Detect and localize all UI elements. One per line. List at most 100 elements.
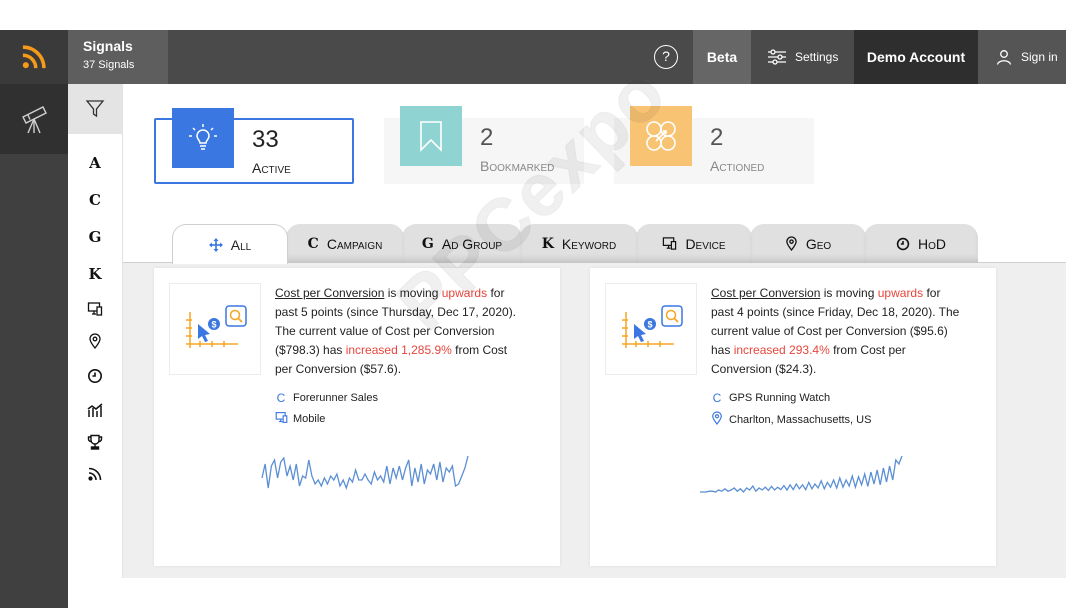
device-meta-icon — [275, 411, 288, 427]
tab-keyword[interactable]: K Keyword — [520, 224, 638, 263]
change-text: increased 1,285.9% — [345, 343, 452, 357]
svg-text:$: $ — [647, 320, 652, 330]
tab-campaign[interactable]: C Campaign — [286, 224, 404, 263]
filter-device[interactable] — [68, 298, 122, 320]
geo-meta-icon — [711, 411, 723, 428]
filter-top[interactable] — [68, 431, 122, 453]
location-pin-icon — [89, 333, 101, 349]
change-text: increased 293.4% — [733, 343, 830, 357]
signal-description: Cost per Conversion is moving upwards fo… — [275, 284, 525, 379]
filter-campaign[interactable]: C — [68, 189, 122, 211]
help-button[interactable]: ? — [654, 45, 678, 69]
metric-link[interactable]: Cost per Conversion — [711, 286, 820, 300]
active-count: 33 — [252, 126, 279, 153]
left-sidebar — [0, 84, 68, 608]
demo-account-button[interactable]: Demo Account — [854, 30, 978, 84]
filter-keyword[interactable]: K — [68, 263, 122, 285]
actioned-count: 2 — [710, 124, 724, 151]
stat-card-active[interactable]: 33 Active — [154, 108, 354, 184]
filter-feed[interactable] — [68, 463, 122, 485]
signal-thumbnail: $ — [169, 283, 261, 375]
sliders-icon — [768, 49, 786, 65]
desc-text-1: is moving — [820, 286, 878, 300]
explore-nav-item[interactable] — [0, 84, 68, 154]
tab-ad-group-label: Ad Group — [441, 235, 503, 252]
app-title: Signals — [83, 38, 133, 54]
clock-icon — [896, 237, 910, 250]
sparkline-path — [261, 455, 469, 490]
signal-thumbnail: $ — [605, 283, 697, 375]
tab-device[interactable]: Device — [636, 224, 752, 263]
tab-ad-group[interactable]: G Ad Group — [402, 224, 522, 263]
device-icon — [663, 237, 677, 250]
signal-card[interactable]: $ Cost per Conversion is moving upwards … — [590, 268, 996, 566]
tab-keyword-key: K — [541, 235, 554, 252]
filter-hod[interactable] — [68, 365, 122, 387]
campaign-icon: C — [276, 391, 286, 405]
tab-hod-label: HoD — [918, 235, 946, 252]
signal-card[interactable]: $ Cost per Conversion is moving upwards … — [154, 268, 560, 566]
tab-hod[interactable]: HoD — [864, 224, 978, 263]
filter-button[interactable] — [68, 84, 122, 134]
cost-trend-icon: $ — [186, 305, 247, 348]
sign-in-button[interactable]: Sign in — [978, 30, 1066, 84]
cost-trend-icon: $ — [622, 305, 683, 348]
bookmarked-label: Bookmarked — [480, 158, 555, 174]
active-label: Active — [252, 160, 291, 176]
filter-campaign-label: C — [89, 191, 101, 209]
bookmarked-count: 2 — [480, 124, 494, 151]
filter-all-label: A — [89, 154, 101, 172]
location-pin-icon — [712, 411, 722, 425]
user-icon — [996, 50, 1012, 65]
device-icon — [275, 412, 288, 423]
stat-icon-box-active — [172, 108, 234, 168]
filter-keyword-label: K — [88, 265, 102, 283]
tab-keyword-label: Keyword — [561, 235, 617, 252]
tab-all-label: All — [230, 236, 252, 253]
signal-description: Cost per Conversion is moving upwards fo… — [711, 284, 961, 379]
tab-ad-group-key: G — [421, 235, 434, 252]
campaign-meta: C Forerunner Sales — [275, 391, 378, 405]
move-icon — [208, 237, 223, 252]
telescope-icon — [22, 106, 47, 134]
metric-link[interactable]: Cost per Conversion — [275, 286, 384, 300]
desc-text-1: is moving — [384, 286, 442, 300]
tab-campaign-label: Campaign — [326, 235, 383, 252]
campaign-name: GPS Running Watch — [729, 392, 831, 404]
actioned-icon — [646, 121, 676, 151]
geo-meta: Charlton, Massachusetts, US — [711, 411, 871, 428]
beta-button[interactable]: Beta — [693, 30, 751, 84]
actioned-label: Actioned — [710, 158, 765, 174]
filter-icon — [85, 100, 105, 118]
tab-geo[interactable]: Geo — [750, 224, 866, 263]
app-root: Signals 37 Signals ? Beta Settings Demo … — [0, 0, 1066, 608]
stat-icon-box-actioned — [630, 106, 692, 166]
tab-all[interactable]: All — [172, 224, 288, 264]
campaign-icon: C — [712, 391, 722, 405]
logo[interactable] — [0, 30, 68, 84]
device-name: Mobile — [293, 413, 326, 425]
campaign-name: Forerunner Sales — [293, 392, 378, 404]
clock-icon — [88, 369, 102, 383]
device-meta: Mobile — [275, 411, 325, 427]
tab-geo-label: Geo — [805, 235, 832, 252]
filter-ad-group[interactable]: G — [68, 226, 122, 248]
stat-card-actioned[interactable]: 2 Actioned — [614, 106, 814, 184]
settings-button[interactable]: Settings — [751, 30, 854, 84]
trophy-icon — [87, 434, 103, 450]
sparkline-chart — [261, 455, 469, 490]
filter-all[interactable]: A — [68, 152, 122, 174]
filter-performance[interactable] — [68, 399, 122, 421]
stat-card-bookmarked[interactable]: 2 Bookmarked — [384, 106, 584, 184]
sign-in-label: Sign in — [1021, 50, 1058, 64]
filter-geo[interactable] — [68, 330, 122, 352]
location-pin-icon — [786, 236, 797, 251]
rss-icon — [88, 467, 102, 481]
signals-count: 37 Signals — [83, 59, 135, 71]
top-bar: Signals 37 Signals ? Beta Settings Demo … — [0, 30, 1066, 84]
rss-logo-icon — [22, 45, 46, 69]
bookmark-icon — [420, 121, 442, 152]
direction-text: upwards — [877, 286, 924, 300]
brand: Signals 37 Signals — [68, 30, 168, 84]
sparkline-path — [700, 455, 903, 493]
